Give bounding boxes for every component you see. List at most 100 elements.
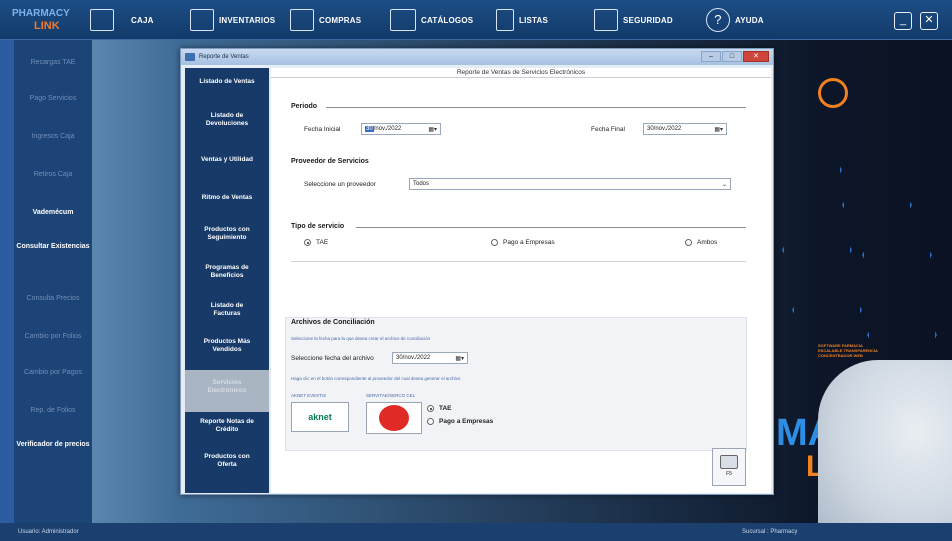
folder-icon [390,9,416,31]
app-logo: PHARMACY LINK [12,8,70,32]
dialog-close-button[interactable]: ✕ [743,51,769,62]
report-nav: Listado de Ventas Listado de Devolucione… [185,68,269,493]
orange-ring-decoration [818,78,848,108]
report-icon [185,53,195,61]
radio-concil-pago-empresas[interactable]: Pago a Empresas [427,418,493,425]
inventory-icon [190,9,214,31]
side-item-existencias[interactable]: Consultar Existencias [14,242,92,251]
status-bar: Usuario: Administrador Sucursal : Pharma… [0,523,952,541]
calendar-icon[interactable]: ▦▾ [714,125,723,135]
dialog-maximize-button[interactable]: □ [722,51,742,62]
chevron-down-icon: ⌄ [721,182,727,188]
radio-tae[interactable]: TAE [304,239,328,246]
nav-ventas-utilidad[interactable]: Ventas y Utilidad [185,156,269,164]
fecha-archivo-label: Seleccione fecha del archivo [291,355,374,362]
nav-productos-mas-vendidos[interactable]: Productos Más Vendidos [197,338,257,354]
radio-dot [685,239,692,246]
dialog-title: Reporte de Ventas [199,54,249,60]
side-item-retiros[interactable]: Retiros Caja [14,170,92,179]
nav-ritmo-ventas[interactable]: Ritmo de Ventas [185,194,269,202]
proveedor-select[interactable]: Todos ⌄ [409,178,731,190]
radio-concil-tae[interactable]: TAE [427,405,452,412]
dialog-window-buttons: – □ ✕ [701,51,769,62]
side-item-cambio-pagos[interactable]: Cambio por Pagos [14,368,92,377]
fecha-archivo-field[interactable]: 30/nov./2022 ▦▾ [392,352,468,364]
side-item-verificador[interactable]: Verificador de precios [14,440,92,449]
dialog-minimize-button[interactable]: – [701,51,721,62]
proveedor-label: Seleccione un proveedor [304,181,376,188]
side-menu: Recargas TAE Pago Servicios Ingresos Caj… [14,40,92,523]
fecha-final-field[interactable]: 30/nov./2022 ▦▾ [643,123,727,135]
status-branch: Sucursal : Pharmacy [742,529,798,535]
nav-servicios-electronicos[interactable]: Servicios Electrónicos [185,370,269,412]
side-item-cambio-folios[interactable]: Cambio por Folios [14,332,92,341]
help-icon: ? [706,8,730,32]
close-app-button[interactable]: ✕ [920,12,938,30]
cash-register-icon [90,9,114,31]
divider [291,261,746,262]
menu-ayuda[interactable]: ? AYUDA [706,6,764,34]
side-item-ingresos[interactable]: Ingresos Caja [14,132,92,141]
divider [356,227,746,228]
conciliacion-hint: Seleccione la fecha para la que desea cr… [291,336,431,341]
nav-notas-credito[interactable]: Reporte Notas de Crédito [192,418,262,434]
periodo-title: Periodo [291,103,318,110]
conciliacion-section: Archivos de Conciliación Seleccione la f… [285,317,747,451]
vendor-aknet-label: AKNET EVESTIS [291,393,327,398]
fecha-inicial-label: Fecha Inicial [304,126,341,133]
aknet-logo: aknet [308,412,332,422]
conciliacion-hint-2: Haga clic en el botón correspondiente al… [291,376,461,381]
status-user: Usuario: Administrador [18,529,79,535]
list-icon [496,9,514,31]
menu-seguridad[interactable]: SEGURIDAD [594,6,673,34]
left-edge-strip [0,40,14,523]
vendor-servitae-label: SERVITAE/SERCO CEL [366,393,416,398]
servitae-button[interactable] [366,402,422,434]
side-item-consulta-precios[interactable]: Consulta Precios [14,294,92,303]
calendar-icon[interactable]: ▦▾ [455,354,464,364]
radio-ambos[interactable]: Ambos [685,239,717,246]
radio-dot [491,239,498,246]
aknet-button[interactable]: aknet [291,402,349,432]
radio-dot [427,405,434,412]
menu-compras[interactable]: COMPRAS [290,6,361,34]
side-item-vademecum[interactable]: Vademécum [14,208,92,217]
nav-programas-beneficios[interactable]: Programas de Beneficios [197,264,257,280]
minimize-button[interactable]: _ [894,12,912,30]
radio-pago-empresas[interactable]: Pago a Empresas [491,239,555,246]
side-item-rep-folios[interactable]: Rep. de Folios [14,406,92,415]
purchases-icon [290,9,314,31]
divider [326,107,746,108]
print-button[interactable]: F5 [712,448,746,486]
side-item-recargas[interactable]: Recargas TAE [14,58,92,67]
menu-listas[interactable]: LISTAS [496,6,548,34]
hexagon-decoration [792,278,862,342]
top-menu-bar: PHARMACY LINK CAJA INVENTARIOS COMPRAS C… [0,0,952,40]
nav-listado-facturas[interactable]: Listado de Facturas [197,302,257,318]
nav-listado-ventas[interactable]: Listado de Ventas [185,78,269,86]
radio-dot [304,239,311,246]
proveedor-title: Proveedor de Servicios [291,158,369,165]
panel-title: Reporte de Ventas de Servicios Electróni… [271,68,771,78]
menu-inventarios[interactable]: INVENTARIOS [190,6,275,34]
security-icon [594,9,618,31]
hexagon-decoration [782,218,852,282]
fecha-inicial-field[interactable]: 30/nov./2022 ▦▾ [361,123,441,135]
menu-catalogos[interactable]: CATÁLOGOS [390,6,473,34]
dialog-title-bar: Reporte de Ventas – □ ✕ [181,49,773,65]
calendar-icon[interactable]: ▦▾ [428,125,437,135]
report-dialog: Reporte de Ventas – □ ✕ Listado de Venta… [180,48,774,495]
hexagon-decoration [772,138,842,202]
menu-caja[interactable]: CAJA [90,6,154,34]
person-photo [818,360,952,540]
nav-productos-seguimiento[interactable]: Productos con Seguimiento [197,226,257,242]
fecha-final-label: Fecha Final [591,126,625,133]
nav-productos-oferta[interactable]: Productos con Oferta [197,453,257,469]
nav-listado-devoluciones[interactable]: Listado de Devoluciones [197,112,257,128]
side-item-pago-servicios[interactable]: Pago Servicios [14,94,92,103]
tipo-servicio-title: Tipo de servicio [291,223,345,230]
conciliacion-title: Archivos de Conciliación [291,319,375,326]
printer-icon [720,455,738,469]
promo-text: SOFTWARE FARMACIA ESCALABLE TRANSPARENCI… [818,343,878,358]
radio-dot [427,418,434,425]
